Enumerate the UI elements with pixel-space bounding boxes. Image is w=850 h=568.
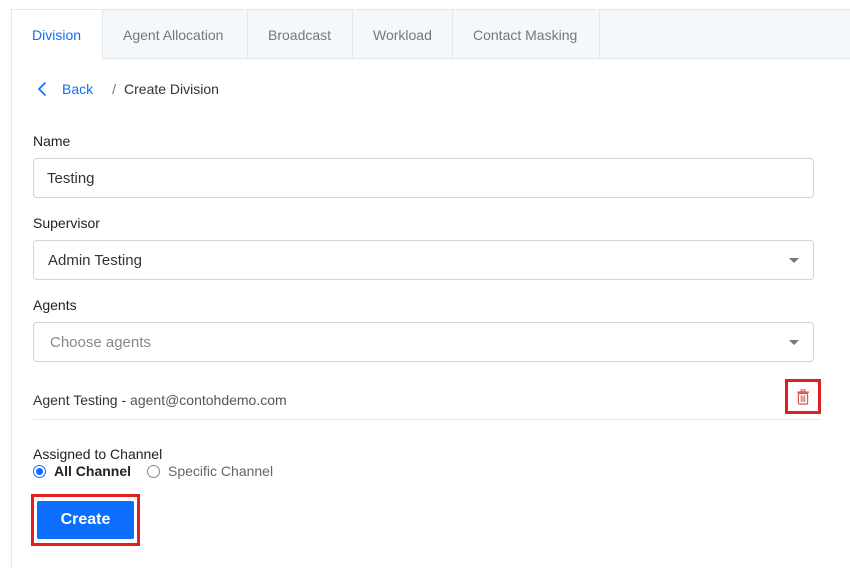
tab-division[interactable]: Division [12, 10, 103, 60]
create-button[interactable]: Create [37, 501, 134, 539]
caret-down-icon [789, 258, 799, 263]
name-input[interactable] [47, 169, 813, 187]
agent-email: agent@contohdemo.com [130, 391, 287, 408]
agents-label: Agents [33, 297, 77, 313]
chevron-left-icon [38, 82, 46, 96]
agent-name: Agent Testing [33, 391, 118, 408]
channel-radio-group: All Channel Specific Channel [33, 463, 289, 479]
tab-bar: Division Agent Allocation Broadcast Work… [12, 10, 850, 60]
radio-specific-channel[interactable]: Specific Channel [147, 463, 273, 479]
selected-agent-row: Agent Testing - agent@contohdemo.com [33, 380, 821, 420]
breadcrumb-separator: / [112, 81, 117, 97]
delete-agent-button[interactable] [785, 379, 821, 414]
supervisor-value: Admin Testing [48, 251, 142, 269]
create-highlight: Create [31, 494, 140, 546]
trash-icon [797, 388, 809, 405]
name-field[interactable] [33, 158, 814, 198]
tab-agent-allocation[interactable]: Agent Allocation [103, 10, 248, 59]
name-label: Name [33, 133, 71, 149]
agent-separator: - [117, 391, 131, 408]
agents-select[interactable]: Choose agents [33, 322, 814, 362]
back-label: Back [62, 81, 94, 97]
radio-all-channel-label: All Channel [54, 463, 132, 479]
tab-contact-masking[interactable]: Contact Masking [453, 10, 600, 59]
breadcrumb-current: Create Division [124, 81, 219, 97]
breadcrumb: Back / Create Division [34, 80, 219, 98]
tab-broadcast[interactable]: Broadcast [248, 10, 353, 59]
supervisor-label: Supervisor [33, 215, 100, 231]
radio-dot[interactable] [147, 464, 161, 478]
agents-placeholder: Choose agents [50, 333, 151, 351]
radio-dot[interactable] [33, 464, 46, 478]
channel-label: Assigned to Channel [33, 446, 163, 462]
tab-workload[interactable]: Workload [353, 10, 453, 59]
page-panel: Division Agent Allocation Broadcast Work… [11, 9, 850, 568]
caret-down-icon [789, 340, 799, 345]
radio-all-channel[interactable]: All Channel [33, 463, 131, 479]
radio-specific-channel-label: Specific Channel [168, 463, 274, 479]
supervisor-select[interactable]: Admin Testing [33, 240, 814, 280]
back-link[interactable]: Back [34, 80, 93, 98]
